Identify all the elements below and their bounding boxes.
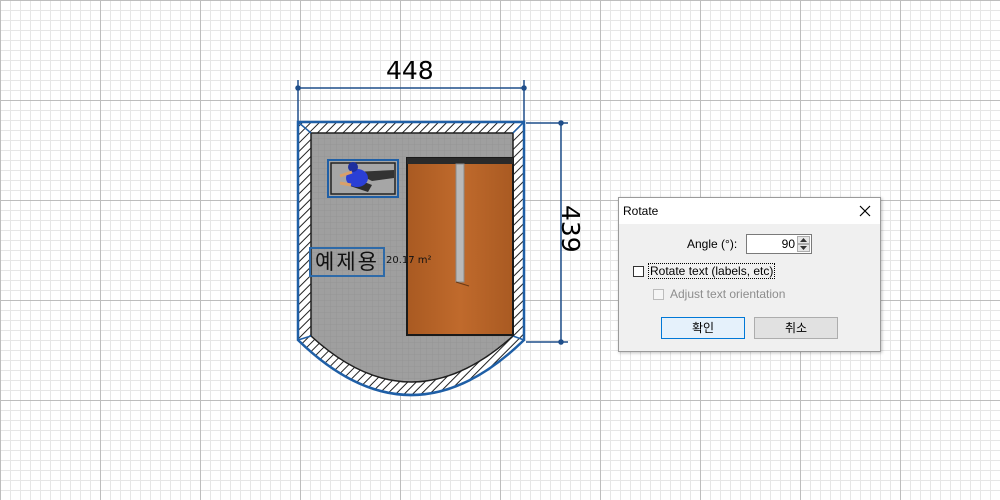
rotate-text-checkbox[interactable] bbox=[633, 266, 644, 277]
adjust-orientation-label: Adjust text orientation bbox=[670, 287, 786, 301]
angle-input[interactable]: 90 bbox=[782, 237, 795, 251]
height-dimension-label: 439 bbox=[556, 205, 585, 253]
room-area-label: 20.17 m² bbox=[386, 255, 432, 266]
rotate-dialog: Rotate Angle (°): 90 Rotate text (labels… bbox=[618, 197, 881, 352]
width-dimension-label: 448 bbox=[386, 56, 434, 85]
bed-furniture[interactable] bbox=[406, 157, 514, 336]
chevron-down-icon bbox=[800, 246, 807, 250]
room-name-label[interactable]: 예제용 bbox=[309, 247, 385, 277]
spin-down-button[interactable] bbox=[797, 244, 810, 252]
dialog-titlebar[interactable]: Rotate bbox=[619, 198, 880, 224]
close-icon bbox=[859, 205, 871, 217]
spin-up-button[interactable] bbox=[797, 236, 810, 244]
chevron-up-icon bbox=[800, 238, 807, 242]
ok-button[interactable]: 확인 bbox=[661, 317, 745, 339]
angle-spinner[interactable]: 90 bbox=[746, 234, 812, 254]
cancel-button[interactable]: 취소 bbox=[754, 317, 838, 339]
angle-label: Angle (°): bbox=[687, 237, 738, 251]
dialog-title: Rotate bbox=[623, 204, 659, 218]
person-figure[interactable] bbox=[327, 159, 399, 198]
adjust-orientation-checkbox[interactable] bbox=[653, 289, 664, 300]
rotate-text-label[interactable]: Rotate text (labels, etc) bbox=[647, 263, 776, 279]
width-dimension-line bbox=[295, 80, 527, 122]
close-button[interactable] bbox=[850, 198, 880, 224]
